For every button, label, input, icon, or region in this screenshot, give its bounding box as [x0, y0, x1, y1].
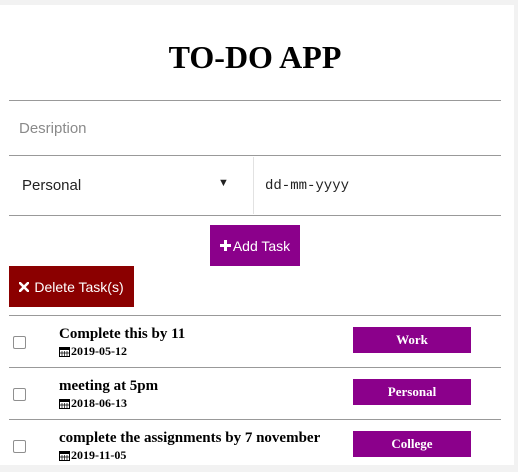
- task-date: 2018-06-13: [59, 396, 127, 411]
- task-item: Complete this by 11 2019-05-12 Work: [9, 316, 501, 368]
- delete-tasks-label: Delete Task(s): [34, 278, 124, 295]
- caret-down-icon: ▼: [218, 177, 229, 189]
- task-description: complete the assignments by 7 november: [59, 430, 321, 446]
- task-item: complete the assignments by 7 november 2…: [9, 420, 501, 472]
- date-placeholder: dd-mm-yyyy: [265, 177, 350, 194]
- divider: [9, 100, 501, 101]
- divider: [9, 155, 501, 156]
- task-description: Complete this by 11: [59, 326, 186, 342]
- task-item: meeting at 5pm 2018-06-13 Personal: [9, 368, 501, 420]
- delete-tasks-button[interactable]: Delete Task(s): [9, 266, 134, 307]
- category-badge: College: [353, 431, 471, 457]
- task-checkbox[interactable]: [13, 440, 26, 453]
- divider: [9, 215, 501, 216]
- calendar-icon: [59, 451, 70, 461]
- description-input[interactable]: [9, 102, 501, 154]
- times-icon: [19, 281, 30, 292]
- category-badge: Work: [353, 327, 471, 353]
- task-date: 2019-11-05: [59, 448, 126, 463]
- app-title: TO-DO APP: [168, 39, 342, 75]
- calendar-icon: [59, 347, 70, 357]
- task-checkbox[interactable]: [13, 336, 26, 349]
- add-task-button[interactable]: Add Task: [210, 225, 300, 266]
- calendar-icon: [59, 399, 70, 409]
- category-select[interactable]: Personal ▼: [9, 157, 254, 214]
- task-checkbox[interactable]: [13, 388, 26, 401]
- add-task-label: Add Task: [232, 237, 291, 254]
- plus-icon: [219, 240, 231, 251]
- category-selected-value: Personal: [22, 177, 82, 194]
- date-input[interactable]: dd-mm-yyyy: [255, 157, 501, 214]
- task-date: 2019-05-12: [59, 344, 127, 359]
- category-badge: Personal: [353, 379, 471, 405]
- task-description: meeting at 5pm: [59, 378, 159, 394]
